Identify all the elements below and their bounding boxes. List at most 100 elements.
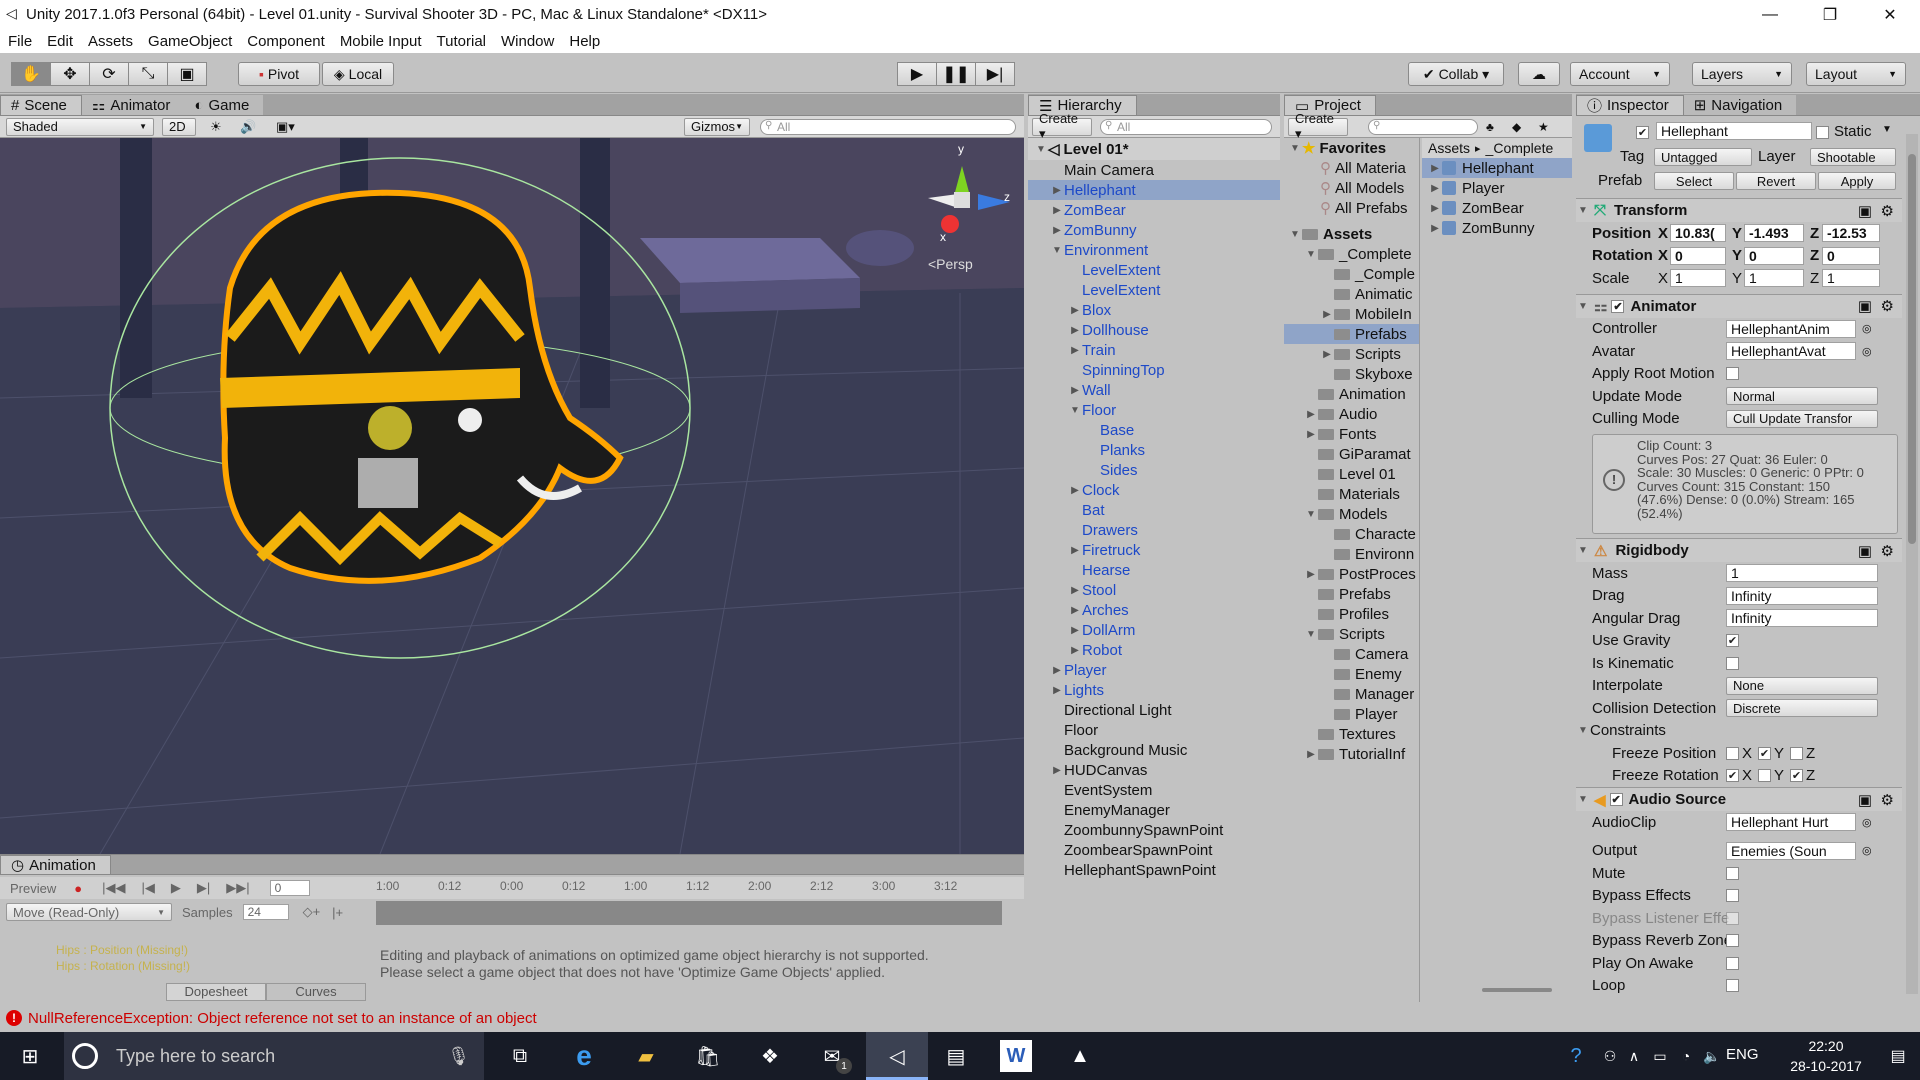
project-file-item[interactable]: ▶ ZomBear (1422, 198, 1572, 218)
chevron-right-icon[interactable]: ▶ (1050, 665, 1064, 676)
notification-icon[interactable]: ▤ (1882, 1040, 1914, 1072)
hand-tool-icon[interactable]: ✋ (11, 62, 51, 86)
project-folder-item[interactable]: Prefabs (1284, 324, 1419, 344)
project-folder-item[interactable]: Animation (1284, 384, 1419, 404)
project-folder-item[interactable]: Textures (1284, 724, 1419, 744)
use-gravity-checkbox[interactable]: ✔ (1726, 634, 1739, 648)
chevron-right-icon[interactable]: ▶ (1068, 485, 1082, 496)
update-mode-dropdown[interactable]: Normal (1726, 387, 1878, 406)
rigidbody-header[interactable]: ▼ ⚠ Rigidbody ▣ ⚙ (1576, 538, 1902, 562)
object-picker-icon[interactable]: ◎ (1862, 816, 1872, 829)
rotation-y-field[interactable]: 0 (1744, 246, 1804, 265)
local-toggle[interactable]: ◈ Local (322, 62, 394, 86)
help-book-icon[interactable]: ▣ (1858, 542, 1872, 560)
animator-enabled-checkbox[interactable]: ✔ (1611, 299, 1625, 313)
project-folder-item[interactable]: ▶ Scripts (1284, 344, 1419, 364)
hierarchy-item[interactable]: ▶ Train (1028, 340, 1280, 360)
app-icon[interactable]: ▤ (940, 1040, 972, 1072)
hierarchy-item[interactable]: Background Music (1028, 740, 1280, 760)
play-icon[interactable]: ▶ (171, 880, 181, 896)
hierarchy-item[interactable]: Sides (1028, 460, 1280, 480)
gear-icon[interactable]: ⚙ (1881, 791, 1894, 809)
menu-mobile-input[interactable]: Mobile Input (340, 33, 422, 50)
chevron-right-icon[interactable]: ▶ (1428, 223, 1442, 234)
hierarchy-item[interactable]: ▶ Hellephant (1028, 180, 1280, 200)
bypass-reverb-checkbox[interactable] (1726, 934, 1739, 948)
hierarchy-item[interactable]: ▶ Lights (1028, 680, 1280, 700)
hierarchy-item[interactable]: SpinningTop (1028, 360, 1280, 380)
tab-game[interactable]: ◐ Game (184, 95, 264, 115)
samples-input[interactable]: 24 (242, 904, 289, 920)
preview-toggle[interactable]: Preview (10, 881, 56, 896)
mail-icon[interactable]: ✉ 1 (816, 1040, 852, 1074)
chevron-down-icon[interactable]: ▼ (1304, 509, 1318, 520)
word-icon[interactable]: W (1000, 1040, 1032, 1072)
audio-enabled-checkbox[interactable]: ✔ (1609, 793, 1623, 806)
freeze-pos-x-checkbox[interactable] (1726, 746, 1739, 760)
hierarchy-item[interactable]: Base (1028, 420, 1280, 440)
edge-browser-icon[interactable]: e (568, 1040, 600, 1072)
menu-tutorial[interactable]: Tutorial (437, 33, 486, 50)
unity-taskbar-button[interactable]: ◁ (866, 1032, 928, 1080)
hierarchy-item[interactable]: ▶ HUDCanvas (1028, 760, 1280, 780)
shading-dropdown[interactable]: Shaded ▼ (6, 117, 154, 136)
scale-x-field[interactable]: 1 (1670, 269, 1726, 288)
scale-tool-icon[interactable]: ⤡ (128, 62, 168, 86)
help-icon[interactable]: ? (1560, 1040, 1592, 1072)
chevron-right-icon[interactable]: ▶ (1428, 163, 1442, 174)
tag-dropdown[interactable]: Untagged (1654, 148, 1752, 166)
effects-toggle-icon[interactable]: ▣▾ (276, 119, 295, 135)
active-checkbox[interactable]: ✔ (1636, 126, 1649, 139)
language-indicator[interactable]: ENG (1726, 1046, 1759, 1063)
object-name-field[interactable]: Hellephant (1656, 122, 1812, 140)
hierarchy-item[interactable]: ▶ ZomBunny (1028, 220, 1280, 240)
gear-icon[interactable]: ⚙ (1881, 542, 1894, 560)
project-folder-item[interactable]: Materials (1284, 484, 1419, 504)
inspector-scrollbar[interactable] (1906, 134, 1918, 994)
drag-field[interactable]: Infinity (1726, 586, 1878, 605)
project-folder-item[interactable]: ▼ Models (1284, 504, 1419, 524)
file-explorer-icon[interactable]: ▰ (630, 1040, 662, 1072)
chevron-down-icon[interactable]: ▼ (1050, 245, 1064, 256)
hierarchy-item[interactable]: ▶ Dollhouse (1028, 320, 1280, 340)
project-folder-item[interactable]: GiParamat (1284, 444, 1419, 464)
project-folder-item[interactable]: _Comple (1284, 264, 1419, 284)
play-awake-checkbox[interactable] (1726, 956, 1739, 970)
freeze-pos-y-checkbox[interactable]: ✔ (1758, 746, 1772, 760)
project-folder-item[interactable]: Manager (1284, 684, 1419, 704)
icon-size-slider[interactable] (1482, 988, 1552, 992)
hierarchy-item[interactable]: ▶ Stool (1028, 580, 1280, 600)
step-button[interactable]: ▶| (975, 62, 1015, 86)
project-file-item[interactable]: ▶ Hellephant (1422, 158, 1572, 178)
object-picker-icon[interactable]: ◎ (1862, 322, 1872, 335)
record-icon[interactable]: ● (74, 881, 82, 896)
position-z-field[interactable]: -12.53 (1822, 224, 1880, 243)
play-button[interactable]: ▶ (897, 62, 937, 86)
hierarchy-item[interactable]: EventSystem (1028, 780, 1280, 800)
help-book-icon[interactable]: ▣ (1858, 202, 1872, 220)
chevron-right-icon[interactable]: ▶ (1068, 605, 1082, 616)
store-icon[interactable]: 🛍 (692, 1040, 724, 1072)
favorite-item[interactable]: ⚲ All Models (1284, 178, 1419, 198)
scrollbar-thumb[interactable] (1908, 154, 1916, 544)
hierarchy-item[interactable]: ZoombearSpawnPoint (1028, 840, 1280, 860)
project-folder-item[interactable]: Characte (1284, 524, 1419, 544)
lighting-toggle-icon[interactable]: ☀ (210, 119, 222, 135)
loop-checkbox[interactable] (1726, 979, 1739, 993)
layer-dropdown[interactable]: Shootable (1810, 148, 1896, 166)
timeline-track[interactable] (376, 901, 1002, 925)
avatar-field[interactable]: HellephantAvat (1726, 342, 1856, 361)
photos-icon[interactable]: ▲ (1064, 1040, 1096, 1072)
prefab-select-button[interactable]: Select (1654, 172, 1734, 190)
freeze-rot-y-checkbox[interactable] (1758, 769, 1772, 783)
project-folder-item[interactable]: ▶ TutorialInf (1284, 744, 1419, 764)
hierarchy-item[interactable]: ▶ DollArm (1028, 620, 1280, 640)
hierarchy-item[interactable]: Drawers (1028, 520, 1280, 540)
project-folder-item[interactable]: ▶ Fonts (1284, 424, 1419, 444)
chevron-down-icon[interactable]: ▼ (1882, 124, 1892, 135)
close-button[interactable]: ✕ (1860, 0, 1920, 29)
project-folder-item[interactable]: ▼ Scripts (1284, 624, 1419, 644)
static-checkbox[interactable] (1816, 126, 1829, 139)
audio-clip-field[interactable]: Hellephant Hurt (1726, 813, 1856, 832)
dropbox-icon[interactable]: ❖ (754, 1040, 786, 1072)
